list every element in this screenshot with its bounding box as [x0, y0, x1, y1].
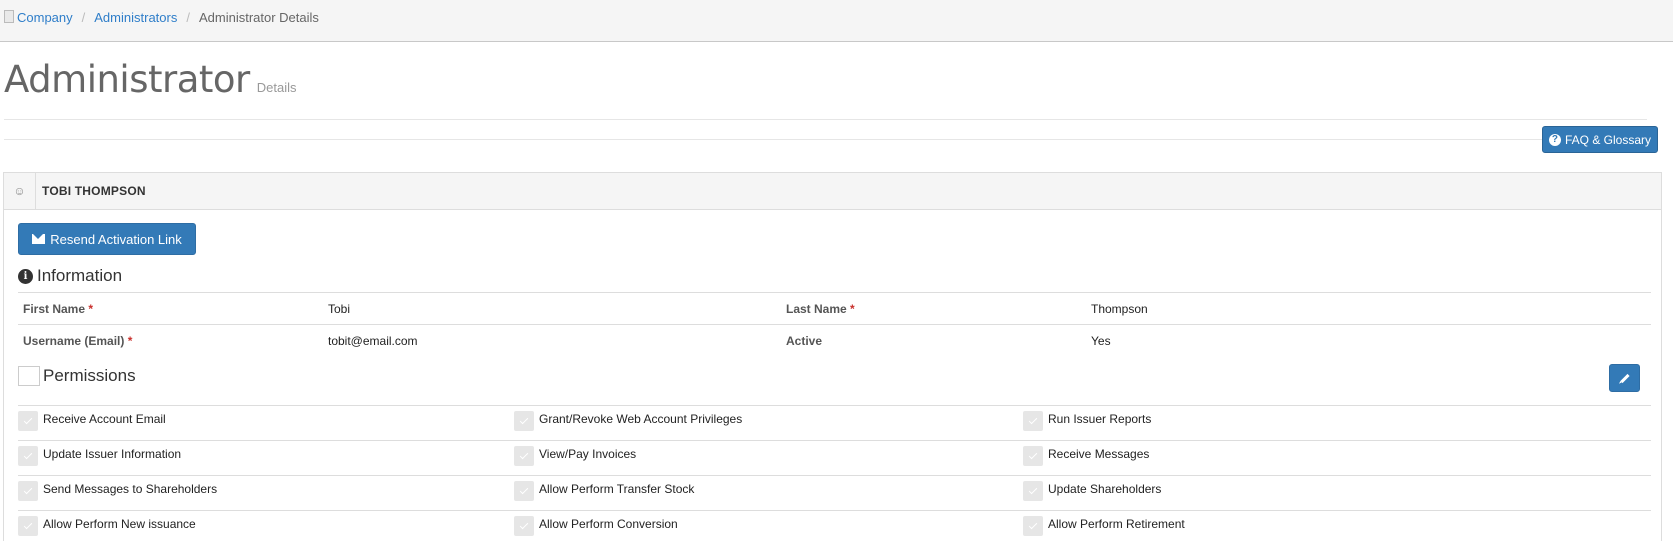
information-title: Information [37, 266, 123, 285]
page-title: Administrator Details [4, 58, 296, 101]
info-circle-icon: i [18, 268, 33, 284]
permission-checkbox[interactable] [18, 411, 38, 431]
permissions-heading: Permissions [18, 366, 136, 386]
panel-header: ☺ TOBI THOMPSON [4, 173, 1661, 210]
permission-label: Receive Account Email [43, 412, 166, 426]
permission-item: View/Pay Invoices [514, 444, 636, 466]
information-table: First Name * Tobi Last Name * Thompson U… [18, 292, 1651, 356]
table-row: Username (Email) * tobit@email.com Activ… [18, 324, 1651, 356]
check-icon [519, 485, 529, 495]
check-icon [23, 450, 33, 460]
permission-checkbox[interactable] [1023, 516, 1043, 536]
check-icon [1028, 450, 1038, 460]
building-icon [4, 10, 14, 23]
divider [4, 119, 1647, 120]
breadcrumb-administrators[interactable]: Administrators [94, 10, 177, 25]
permission-row: Receive Account Email Grant/Revoke Web Ac… [18, 405, 1651, 440]
question-circle-icon: ? [1548, 133, 1561, 146]
first-name-label: First Name * [23, 302, 94, 316]
permission-label: Update Shareholders [1048, 482, 1162, 496]
resend-activation-label: Resend Activation Link [50, 231, 182, 247]
pencil-icon [1619, 373, 1630, 383]
permission-label: Grant/Revoke Web Account Privileges [539, 412, 743, 426]
permission-row: Allow Perform New issuance Allow Perform … [18, 510, 1651, 541]
permissions-title: Permissions [43, 366, 136, 385]
permission-item: Allow Perform Retirement [1023, 514, 1185, 536]
permission-item: Receive Account Email [18, 409, 166, 431]
check-icon [519, 450, 529, 460]
check-icon [1028, 415, 1038, 425]
first-name-value: Tobi [328, 302, 351, 316]
permission-label: Allow Perform Transfer Stock [539, 482, 695, 496]
permission-item: Send Messages to Shareholders [18, 479, 217, 501]
permission-label: Update Issuer Information [43, 447, 182, 461]
permission-label: Allow Perform Conversion [539, 517, 678, 531]
permission-checkbox[interactable] [514, 481, 534, 501]
permission-checkbox[interactable] [1023, 411, 1043, 431]
permission-checkbox[interactable] [18, 516, 38, 536]
check-icon [23, 520, 33, 530]
resend-activation-button[interactable]: Resend Activation Link [18, 223, 196, 255]
administrator-name: TOBI THOMPSON [42, 184, 146, 198]
breadcrumb-separator: / [81, 10, 86, 25]
faq-glossary-button[interactable]: ? FAQ & Glossary [1542, 126, 1658, 153]
information-heading: i Information [18, 266, 122, 286]
breadcrumb-current: Administrator Details [198, 10, 319, 25]
check-icon [23, 485, 33, 495]
permission-row: Send Messages to Shareholders Allow Perfo… [18, 475, 1651, 510]
last-name-label: Last Name * [786, 302, 855, 316]
page-subtitle: Details [256, 80, 297, 95]
faq-glossary-label: FAQ & Glossary [1564, 132, 1652, 147]
table-row: First Name * Tobi Last Name * Thompson [18, 292, 1651, 324]
breadcrumb-bar: Company / Administrators / Administrator… [0, 0, 1673, 42]
breadcrumb-separator: / [186, 10, 190, 25]
divider [4, 139, 1647, 140]
check-icon [23, 415, 33, 425]
permission-item: Receive Messages [1023, 444, 1149, 466]
permission-checkbox[interactable] [18, 481, 38, 501]
active-label: Active [786, 334, 823, 348]
permission-label: View/Pay Invoices [539, 447, 637, 461]
permission-item: Grant/Revoke Web Account Privileges [514, 409, 742, 431]
permission-item: Allow Perform Conversion [514, 514, 678, 536]
breadcrumb-company[interactable]: Company [17, 10, 73, 25]
permissions-select-all-checkbox[interactable] [18, 366, 40, 386]
username-value: tobit@email.com [328, 334, 418, 348]
breadcrumb: Company / Administrators / Administrator… [4, 10, 319, 25]
permission-label: Receive Messages [1048, 447, 1150, 461]
check-icon [519, 415, 529, 425]
permission-checkbox[interactable] [1023, 481, 1043, 501]
permission-checkbox[interactable] [514, 411, 534, 431]
check-icon [1028, 485, 1038, 495]
check-icon [1028, 520, 1038, 530]
permission-item: Allow Perform New issuance [18, 514, 196, 536]
permission-checkbox[interactable] [1023, 446, 1043, 466]
active-value: Yes [1091, 334, 1111, 348]
permission-label: Allow Perform New issuance [43, 517, 196, 531]
edit-permissions-button[interactable] [1609, 364, 1640, 392]
username-label: Username (Email) * [23, 334, 133, 348]
permission-item: Run Issuer Reports [1023, 409, 1151, 431]
permission-label: Send Messages to Shareholders [43, 482, 218, 496]
permission-label: Allow Perform Retirement [1048, 517, 1185, 531]
permission-checkbox[interactable] [18, 446, 38, 466]
permission-checkbox[interactable] [514, 516, 534, 536]
permission-label: Run Issuer Reports [1048, 412, 1152, 426]
last-name-value: Thompson [1091, 302, 1148, 316]
permission-checkbox[interactable] [514, 446, 534, 466]
envelope-icon [32, 234, 46, 244]
permissions-table: Receive Account Email Grant/Revoke Web Ac… [18, 405, 1651, 541]
permission-item: Update Shareholders [1023, 479, 1161, 501]
user-icon: ☺ [13, 184, 26, 198]
page-title-main: Administrator [4, 58, 250, 101]
user-icon-box: ☺ [4, 173, 36, 209]
permission-item: Update Issuer Information [18, 444, 181, 466]
check-icon [519, 520, 529, 530]
administrator-panel: ☺ TOBI THOMPSON Resend Activation Link i… [3, 172, 1662, 541]
permission-row: Update Issuer Information View/Pay Invoic… [18, 440, 1651, 475]
permission-item: Allow Perform Transfer Stock [514, 479, 694, 501]
